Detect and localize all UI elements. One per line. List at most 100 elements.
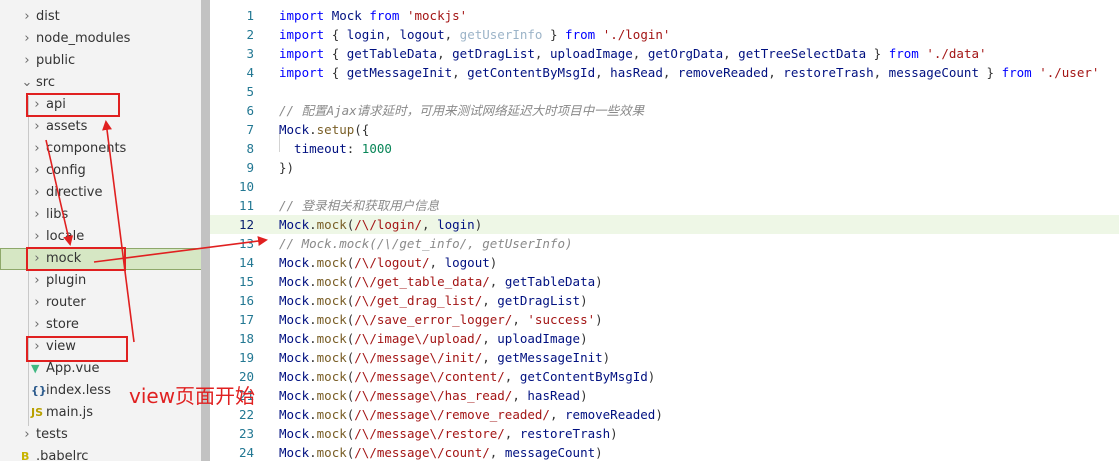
line-number: 18	[238, 331, 254, 346]
code-token: from	[369, 8, 407, 23]
code-line[interactable]: 8 timeout: 1000	[210, 139, 1119, 158]
tree-item-babelrc[interactable]: B .babelrc	[0, 446, 210, 461]
code-line[interactable]: 7 Mock.setup({	[210, 120, 1119, 139]
code-line[interactable]: 4 import { getMessageInit, getContentByMs…	[210, 63, 1119, 82]
code-token: getTableData	[346, 46, 438, 61]
tree-item-label: node_modules	[36, 31, 131, 46]
tree-item-api[interactable]: › api	[0, 94, 210, 116]
annotation-label: view页面开始	[129, 384, 256, 408]
tree-item-label: locale	[46, 229, 85, 244]
tree-item-label: public	[36, 53, 76, 68]
code-line[interactable]: 10	[210, 177, 1119, 196]
code-token: Mock	[279, 369, 310, 384]
code-line[interactable]: 18 Mock.mock(/\/image\/upload/, uploadIma…	[210, 329, 1119, 348]
code-token: './user'	[1039, 65, 1100, 80]
code-token: import	[279, 65, 332, 80]
tree-item-router[interactable]: › router	[0, 292, 210, 314]
code-line[interactable]: 19 Mock.mock(/\/message\/init/, getMessag…	[210, 348, 1119, 367]
tree-item-label: index.less	[46, 383, 111, 398]
code-token: mock	[316, 369, 347, 384]
code-token: )	[595, 274, 603, 289]
code-token: {	[331, 65, 347, 80]
code-token: 'mockjs'	[406, 8, 468, 23]
code-token: )	[580, 388, 588, 403]
code-token: )	[489, 255, 498, 270]
tree-item-label: api	[46, 97, 66, 112]
tree-item-locale[interactable]: › locale	[0, 226, 210, 248]
code-line[interactable]: 17 Mock.mock(/\/save_error_logger/, 'succ…	[210, 310, 1119, 329]
code-token: ,	[662, 65, 678, 80]
code-line[interactable]: 22 Mock.mock(/\/message\/remove_readed/, …	[210, 405, 1119, 424]
tree-item-label: router	[46, 295, 86, 310]
code-token: ,	[429, 255, 445, 270]
line-number: 9	[246, 160, 254, 175]
code-token: Mock	[279, 331, 310, 346]
code-token: Mock	[279, 350, 310, 365]
code-line[interactable]: 6 // 配置Ajax请求延时，可用来测试网络延迟大时项目中一些效果	[210, 101, 1119, 120]
code-token: Mock	[331, 8, 370, 23]
tree-item-view[interactable]: › view	[0, 336, 210, 358]
code-line[interactable]: 9})	[210, 158, 1119, 177]
tree-item-public[interactable]: › public	[0, 50, 210, 72]
tree-item-node-modules[interactable]: › node_modules	[0, 28, 210, 50]
code-token: Mock	[279, 255, 310, 270]
chevron-right-icon: ›	[34, 273, 40, 288]
line-number: 23	[238, 426, 254, 441]
code-line[interactable]: 5	[210, 82, 1119, 101]
code-line[interactable]: 2 import { login, logout, getUserInfo } f…	[210, 25, 1119, 44]
code-token: mock	[316, 331, 347, 346]
code-token: ,	[489, 274, 505, 289]
tree-item-store[interactable]: › store	[0, 314, 210, 336]
chevron-right-icon: ›	[34, 185, 40, 200]
code-token: mock	[316, 255, 347, 270]
code-line[interactable]: 11 // 登录相关和获取用户信息	[210, 196, 1119, 215]
code-token: }	[978, 65, 1002, 80]
code-token: Mock	[279, 274, 310, 289]
code-line[interactable]: 16 Mock.mock(/\/get_drag_list/, getDragLi…	[210, 291, 1119, 310]
code-editor[interactable]: 1 import Mock from 'mockjs' 2 import { logi…	[210, 0, 1119, 461]
code-token: import	[279, 27, 332, 42]
code-text: Mock.mock(/\/message\/remove_readed/, re…	[279, 405, 663, 424]
code-token: logout	[444, 255, 490, 270]
code-line[interactable]: 23 Mock.mock(/\/message\/restore/, restor…	[210, 424, 1119, 443]
code-token: // 登录相关和获取用户信息	[279, 198, 440, 213]
tree-item-libs[interactable]: › libs	[0, 204, 210, 226]
code-line[interactable]: 24 Mock.mock(/\/message\/count/, messageC…	[210, 443, 1119, 461]
code-line[interactable]: 20 Mock.mock(/\/message\/content/, getCon…	[210, 367, 1119, 386]
code-token: // 配置Ajax请求延时，可用来测试网络延迟大时项目中一些效果	[279, 103, 645, 118]
code-line[interactable]: 15 Mock.mock(/\/get_table_data/, getTable…	[210, 272, 1119, 291]
js-icon: JS	[31, 406, 44, 419]
code-line[interactable]: 3 import { getTableData, getDragList, upl…	[210, 44, 1119, 63]
tree-item-dist[interactable]: › dist	[0, 6, 210, 28]
code-token: Mock	[279, 388, 310, 403]
code-line[interactable]: 1 import Mock from 'mockjs'	[210, 6, 1119, 25]
tree-item-src[interactable]: ⌄ src	[0, 72, 210, 94]
code-text: timeout: 1000	[279, 139, 392, 158]
code-token: getDragList	[452, 46, 535, 61]
code-token: .	[309, 388, 317, 403]
tree-item-tests[interactable]: › tests	[0, 424, 210, 446]
tree-item-components[interactable]: › components	[0, 138, 210, 160]
code-token: getTreeSelectData	[738, 46, 867, 61]
code-token: .	[309, 217, 317, 232]
code-token: mock	[316, 217, 347, 232]
tree-item-assets[interactable]: › assets	[0, 116, 210, 138]
code-text: import Mock from 'mockjs'	[279, 6, 467, 25]
code-line[interactable]: 13 // Mock.mock(/\/get_info/, getUserInfo…	[210, 234, 1119, 253]
code-token: /\/message\/init/	[354, 350, 483, 365]
code-token: getMessageInit	[346, 65, 453, 80]
code-token: .	[309, 312, 317, 327]
tree-item-directive[interactable]: › directive	[0, 182, 210, 204]
tree-item-config[interactable]: › config	[0, 160, 210, 182]
code-line[interactable]: 21 Mock.mock(/\/message\/has_read/, hasRe…	[210, 386, 1119, 405]
tree-item-app-vue[interactable]: ▼ App.vue	[0, 358, 210, 380]
tree-item-plugin[interactable]: › plugin	[0, 270, 210, 292]
line-number: 17	[238, 312, 254, 327]
tree-item-mock[interactable]: › mock	[0, 248, 210, 270]
code-line[interactable]: 14 Mock.mock(/\/logout/, logout)	[210, 253, 1119, 272]
code-token: )	[474, 217, 483, 232]
code-line[interactable]: 12 Mock.mock(/\/login/, login)	[210, 215, 1119, 234]
line-number: 5	[246, 84, 254, 99]
code-token: )	[580, 293, 588, 308]
code-text: import { getMessageInit, getContentByMsg…	[279, 63, 1099, 82]
